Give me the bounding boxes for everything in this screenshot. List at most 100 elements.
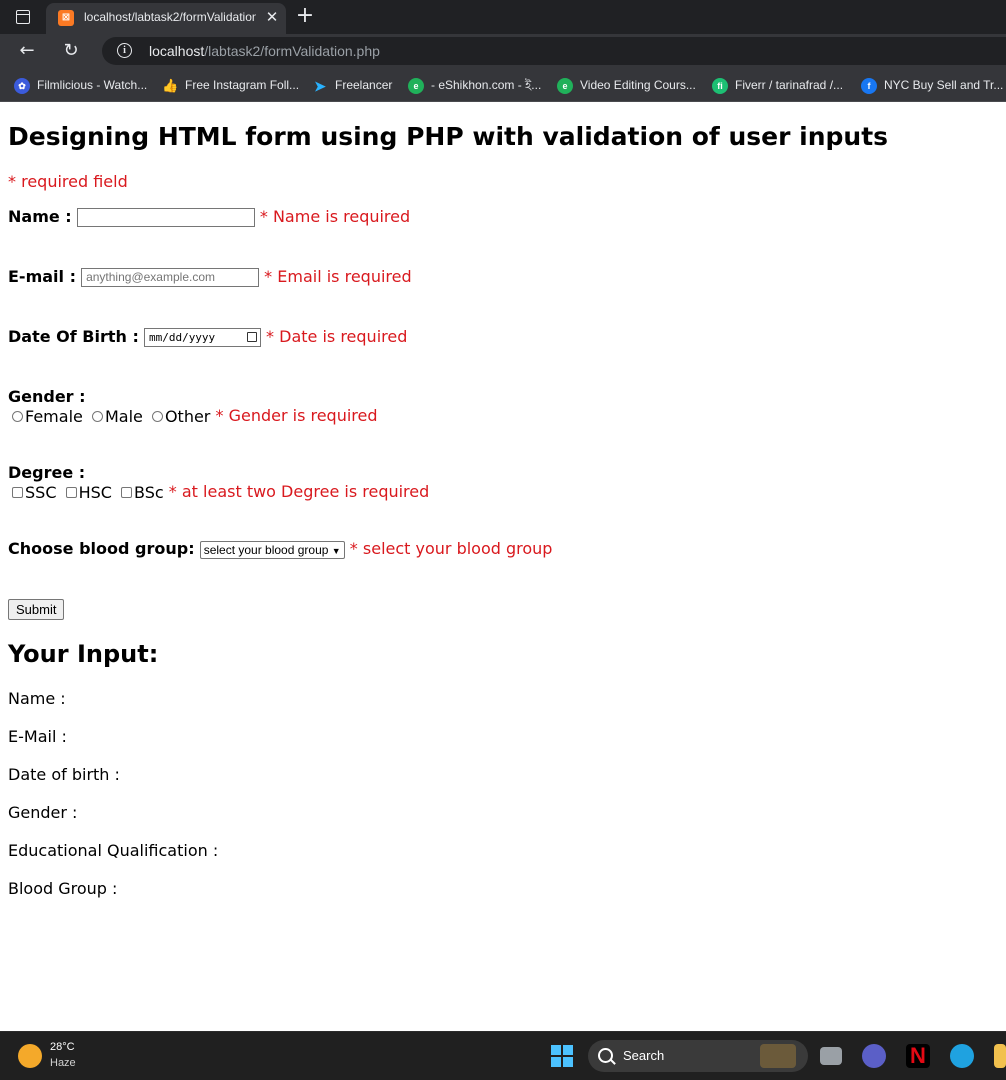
gender-male-label: Male: [104, 407, 143, 426]
tab-title: localhost/labtask2/formValidation.php: [84, 10, 256, 24]
thumbs-up-icon: 👍: [162, 77, 179, 93]
gender-label: Gender :: [8, 387, 86, 406]
eshikhon-icon: e: [408, 77, 424, 94]
calendar-icon[interactable]: [246, 332, 257, 342]
tab-switcher-icon[interactable]: [14, 8, 32, 26]
url-text[interactable]: localhost/labtask2/formValidation.php: [149, 43, 380, 59]
output-blood: Blood Group :: [8, 879, 118, 898]
browser-tab[interactable]: ⊠ localhost/labtask2/formValidation.php …: [46, 3, 286, 34]
xampp-icon: ⊠: [58, 10, 74, 26]
name-label: Name :: [8, 207, 72, 226]
netflix-icon[interactable]: N: [906, 1044, 930, 1068]
chevron-down-icon: ▼: [331, 545, 341, 556]
weather-condition[interactable]: Haze: [50, 1057, 76, 1069]
taskbar-search[interactable]: Search: [588, 1040, 808, 1072]
required-note: * required field: [8, 172, 128, 191]
output-email: E-Mail :: [8, 727, 67, 746]
page-title: Designing HTML form using PHP with valid…: [8, 122, 889, 151]
address-bar[interactable]: i localhost/labtask2/formValidation.php: [102, 37, 1006, 65]
blood-row: Choose blood group: select your blood gr…: [8, 539, 552, 559]
facebook-icon: f: [861, 77, 877, 94]
url-host: localhost: [149, 43, 205, 59]
bookmark-label: Filmlicious - Watch...: [37, 78, 148, 92]
degree-hsc-label: HSC: [78, 483, 112, 502]
bookmark-nyc[interactable]: f NYC Buy Sell and Tr...: [861, 76, 1003, 94]
output-dob: Date of birth :: [8, 765, 120, 784]
email-input[interactable]: anything@example.com: [81, 268, 260, 287]
bookmark-label: NYC Buy Sell and Tr...: [884, 78, 1004, 92]
degree-row: SSC HSC BSc * at least two Degree is req…: [8, 482, 429, 502]
bookmark-fiverr[interactable]: fi Fiverr / tarinafrad /...: [712, 76, 843, 94]
taskbar: 28°C Haze Search N: [0, 1031, 1006, 1080]
search-icon: [598, 1048, 613, 1063]
gender-female-radio[interactable]: [12, 411, 23, 422]
gender-female-label: Female: [25, 407, 83, 426]
bookmark-video-editing[interactable]: e Video Editing Cours...: [557, 76, 696, 94]
gender-row: Female Male Other * Gender is required: [8, 406, 378, 426]
eshikhon-icon: e: [557, 77, 573, 94]
email-row: E-mail : anything@example.com * Email is…: [8, 267, 412, 287]
submit-button[interactable]: Submit: [8, 599, 65, 620]
teams-chat-icon[interactable]: [862, 1044, 886, 1068]
bookmark-instagram[interactable]: 👍 Free Instagram Foll...: [162, 76, 299, 94]
gender-other-label: Other: [164, 407, 211, 426]
degree-bsc-label: BSc: [134, 483, 164, 502]
browser-tab-bar: ⊠ localhost/labtask2/formValidation.php …: [0, 0, 1006, 34]
fiverr-icon: fi: [712, 77, 728, 94]
email-label: E-mail :: [8, 267, 76, 286]
dob-error: * Date is required: [266, 327, 408, 346]
search-highlight-icon: [760, 1044, 796, 1068]
blood-selected-value: select your blood group: [203, 542, 329, 557]
search-label: Search: [623, 1048, 665, 1063]
bookmark-label: Freelancer: [335, 78, 393, 92]
name-error: * Name is required: [259, 207, 411, 226]
output-name: Name :: [8, 689, 66, 708]
output-education: Educational Qualification :: [8, 841, 219, 860]
blood-error: * select your blood group: [349, 539, 553, 558]
dob-label: Date Of Birth :: [8, 327, 139, 346]
degree-ssc-checkbox[interactable]: [12, 487, 23, 498]
url-path: /labtask2/formValidation.php: [204, 43, 380, 59]
new-tab-plus-icon[interactable]: +: [294, 4, 316, 28]
output-gender: Gender :: [8, 803, 78, 822]
degree-label: Degree :: [8, 463, 86, 482]
windows-start-icon[interactable]: [551, 1045, 573, 1067]
email-error: * Email is required: [264, 267, 412, 286]
weather-haze-icon[interactable]: [18, 1044, 42, 1068]
name-input[interactable]: [76, 208, 255, 227]
back-arrow-icon[interactable]: ←: [16, 40, 38, 62]
gender-error: * Gender is required: [215, 406, 378, 425]
dob-placeholder: mm/dd/yyyy: [148, 331, 216, 344]
blood-group-select[interactable]: select your blood group ▼: [199, 540, 345, 559]
reload-icon[interactable]: ↻: [60, 40, 82, 62]
bookmark-filmlicious[interactable]: ✿ Filmlicious - Watch...: [14, 76, 147, 94]
freelancer-icon: ➤: [314, 77, 326, 94]
degree-bsc-checkbox[interactable]: [121, 487, 133, 498]
submit-row: Submit: [8, 599, 65, 620]
output-heading: Your Input:: [8, 640, 159, 668]
edge-browser-icon[interactable]: [950, 1044, 974, 1068]
bookmark-label: - eShikhon.com - ই...: [431, 78, 542, 92]
bookmark-label: Free Instagram Foll...: [185, 78, 300, 92]
degree-ssc-label: SSC: [25, 483, 57, 502]
degree-hsc-checkbox[interactable]: [65, 487, 77, 498]
weather-temperature[interactable]: 28°C: [50, 1041, 75, 1053]
degree-error: * at least two Degree is required: [168, 482, 430, 501]
close-icon[interactable]: ✕: [264, 8, 280, 26]
bookmark-eshikhon[interactable]: e - eShikhon.com - ই...: [408, 76, 541, 94]
filmlicious-icon: ✿: [14, 77, 30, 94]
dob-row: Date Of Birth : mm/dd/yyyy * Date is req…: [8, 327, 407, 347]
blood-label: Choose blood group:: [8, 539, 195, 558]
bookmarks-bar: ✿ Filmlicious - Watch... 👍 Free Instagram …: [0, 68, 1006, 102]
dob-input[interactable]: mm/dd/yyyy: [143, 328, 261, 347]
bookmark-label: Video Editing Cours...: [580, 78, 696, 92]
file-explorer-icon[interactable]: [994, 1044, 1006, 1068]
name-row: Name : * Name is required: [8, 207, 410, 227]
gender-male-radio[interactable]: [91, 411, 103, 422]
site-info-icon[interactable]: i: [117, 43, 132, 58]
gender-other-radio[interactable]: [151, 411, 163, 422]
browser-toolbar: ← ↻ i localhost/labtask2/formValidation.…: [0, 34, 1006, 68]
bookmark-freelancer[interactable]: ➤ Freelancer: [312, 76, 392, 94]
task-view-icon[interactable]: [820, 1047, 842, 1065]
bookmark-label: Fiverr / tarinafrad /...: [735, 78, 844, 92]
